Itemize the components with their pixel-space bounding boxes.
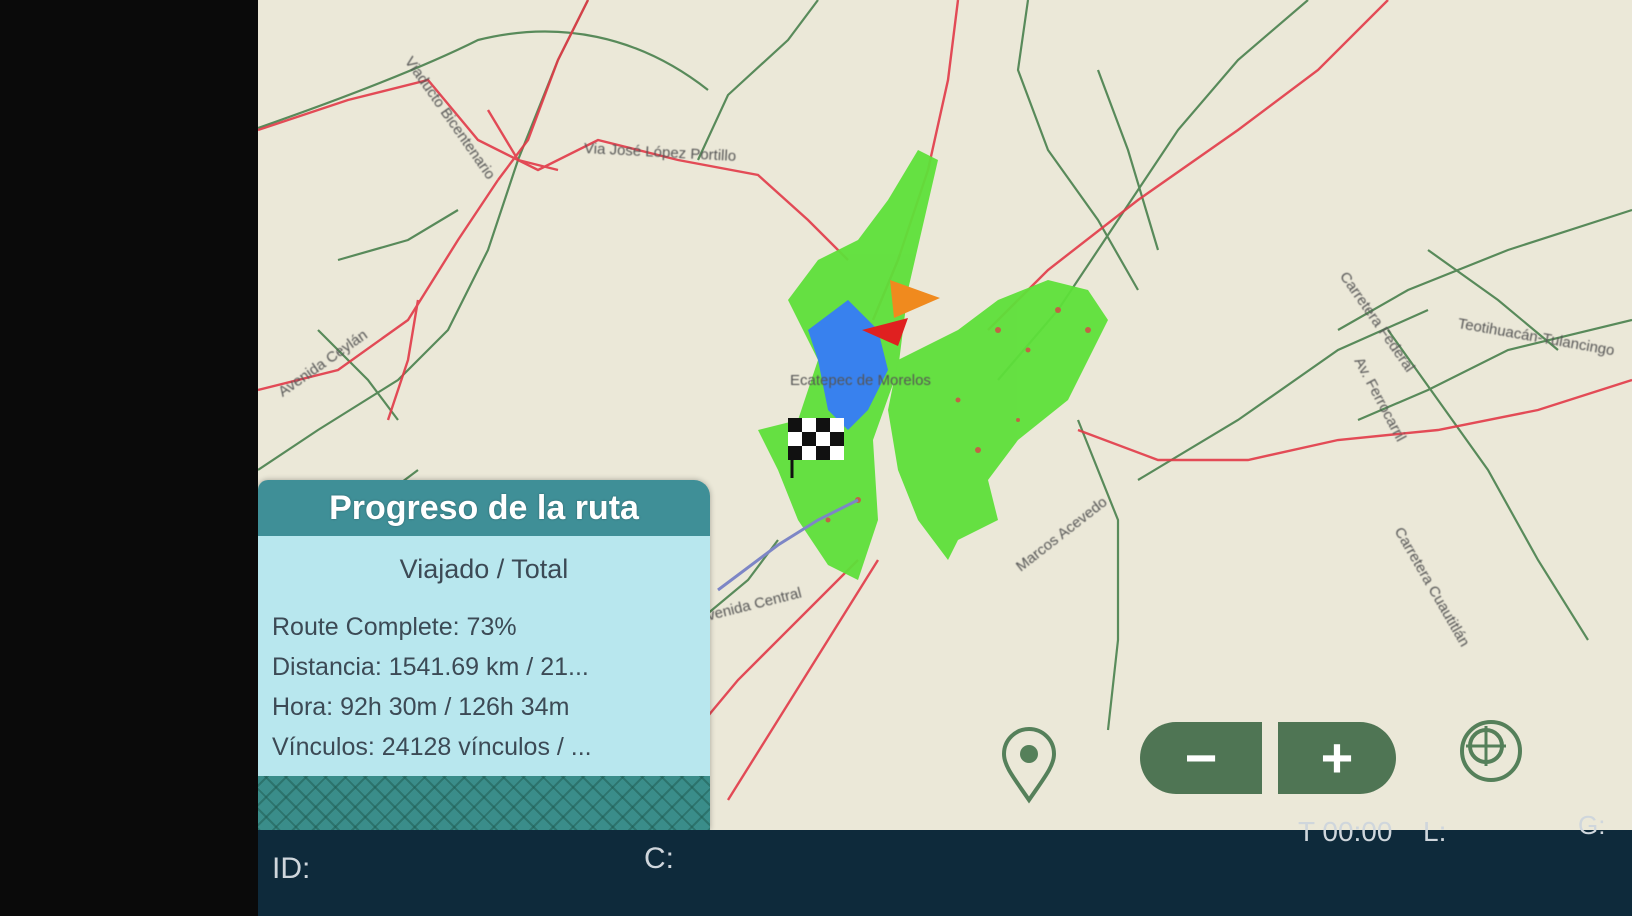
device-screen: Via José López Portillo Viaducto Bicente… <box>258 0 1632 916</box>
route-progress-panel: Progreso de la ruta Viajado / Total Rout… <box>258 480 710 830</box>
start-flag-icon <box>890 280 940 318</box>
gps-pin-icon <box>1001 727 1057 804</box>
zoom-out-icon: − <box>1184 726 1218 789</box>
panel-title: Progreso de la ruta <box>258 480 710 536</box>
g-label: G: <box>1578 810 1606 840</box>
panel-body: Viajado / Total Route Complete: 73% Dist… <box>258 536 710 776</box>
distance-stat: Distancia: 1541.69 km / 21... <box>272 653 589 681</box>
id-label: ID: <box>272 852 311 885</box>
road-label: Ecatepec de Morelos <box>790 372 931 389</box>
crosshair-icon <box>1466 726 1506 766</box>
coverage-area <box>758 150 1108 580</box>
time-stat: Hora: 92h 30m / 126h 34m <box>272 693 570 721</box>
timer: T 00:00 <box>1298 816 1393 847</box>
panel-footer <box>258 776 710 830</box>
route-complete-stat: Route Complete: 73% <box>272 613 517 641</box>
panel-subtitle: Viajado / Total <box>399 554 569 584</box>
gps-pin-button[interactable] <box>996 726 1062 804</box>
zoom-in-button[interactable]: + <box>1278 722 1396 794</box>
links-stat: Vínculos: 24128 vínculos / ... <box>272 733 592 761</box>
zoom-in-icon: + <box>1320 726 1354 789</box>
zoom-out-button[interactable]: − <box>1140 722 1262 794</box>
l-label: L: <box>1423 816 1447 847</box>
c-label: C: <box>644 842 674 875</box>
status-bar: ID: C: T 00:00 L: G: <box>258 810 1632 916</box>
locate-button[interactable] <box>1460 720 1522 782</box>
